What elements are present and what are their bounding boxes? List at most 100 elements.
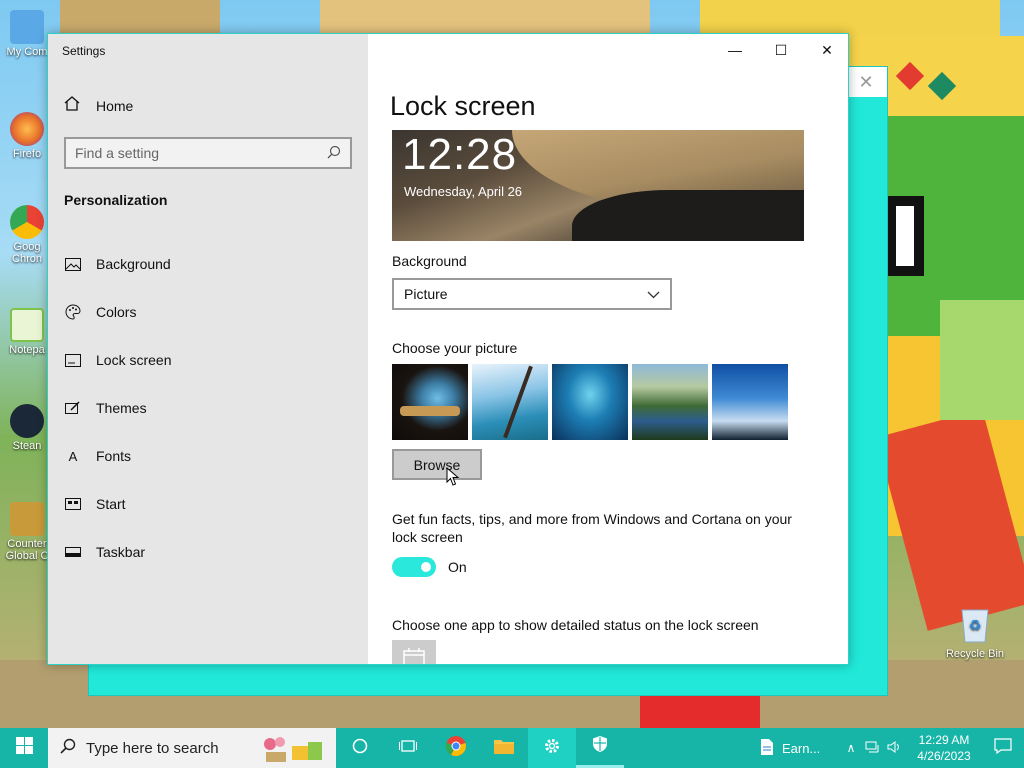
search-icon (60, 738, 76, 759)
sidebar-item-label: Start (96, 496, 126, 512)
desktop-icon-steam[interactable]: Stean (2, 404, 52, 452)
windows-logo-icon (15, 737, 33, 759)
page-title: Lock screen (390, 91, 536, 121)
home-icon (64, 96, 82, 115)
picture-choices (392, 364, 788, 440)
desktop-icon-my-computer[interactable]: My Com (2, 10, 52, 58)
find-setting-search[interactable] (64, 137, 352, 169)
taskbar: Type here to search Earn... ∧ 12:29 AM 4… (0, 728, 1024, 768)
sidebar-item-themes[interactable]: Themes (64, 384, 364, 432)
background-label: Background (392, 253, 467, 269)
window-title: Settings (62, 44, 106, 58)
sidebar-item-label: Lock screen (96, 352, 172, 368)
picture-thumbnail[interactable] (632, 364, 708, 440)
sidebar-item-lock-screen[interactable]: Lock screen (64, 336, 364, 384)
gear-icon (543, 737, 561, 760)
search-icon (327, 145, 341, 162)
start-button[interactable] (0, 728, 48, 768)
lock-screen-icon (64, 352, 82, 368)
chrome-icon (445, 735, 467, 762)
lock-screen-preview: 12:28 Wednesday, April 26 (392, 130, 804, 241)
search-highlight-image (258, 732, 324, 764)
settings-window: Settings Home Personalization Background… (47, 33, 849, 665)
nav-home-label: Home (96, 97, 134, 114)
browse-button[interactable]: Browse (392, 449, 482, 480)
taskbar-search-placeholder: Type here to search (86, 739, 219, 757)
security-taskbar-button[interactable] (576, 728, 624, 768)
steam-icon (10, 404, 44, 438)
folder-icon (493, 737, 515, 760)
choose-picture-label: Choose your picture (392, 340, 518, 356)
notepad-icon (10, 308, 44, 342)
taskbar-search[interactable]: Type here to search (48, 728, 336, 768)
sidebar-item-background[interactable]: Background (64, 240, 364, 288)
desktop-icon-label: My Com (6, 46, 48, 58)
document-icon (760, 738, 774, 759)
mouse-cursor-icon (446, 466, 460, 492)
shield-icon (592, 735, 608, 758)
recycle-bin-label: Recycle Bin (945, 648, 1005, 660)
document-taskbar-button[interactable]: Earn... (750, 728, 840, 768)
sidebar-item-fonts[interactable]: A Fonts (64, 432, 364, 480)
calendar-icon (403, 648, 425, 664)
desktop-icon-counter-strike[interactable]: Counter Global C (2, 502, 52, 562)
svg-text:♻: ♻ (969, 617, 982, 633)
computer-icon (10, 10, 44, 44)
picture-thumbnail[interactable] (392, 364, 468, 440)
fonts-icon: A (68, 448, 78, 464)
close-icon: ✕ (858, 71, 874, 92)
desktop-icon-label: Notepa (9, 344, 45, 356)
sidebar-item-colors[interactable]: Colors (64, 288, 364, 336)
fun-facts-text: Get fun facts, tips, and more from Windo… (392, 511, 792, 545)
background-window-close-button[interactable]: ✕ (845, 67, 887, 97)
background-dropdown[interactable]: Picture (392, 278, 672, 310)
main-content: Lock screen 12:28 Wednesday, April 26 Ba… (368, 34, 848, 664)
sidebar-item-taskbar[interactable]: Taskbar (64, 528, 364, 576)
cortana-icon (352, 738, 368, 759)
nav-home[interactable]: Home (64, 96, 133, 115)
sidebar: Settings Home Personalization Background… (48, 34, 368, 664)
desktop-icon-label: Firefo (12, 148, 42, 160)
volume-icon[interactable] (884, 740, 906, 756)
clock-time: 12:29 AM (918, 733, 970, 747)
app-status-button[interactable] (392, 640, 436, 664)
app-status-label: Choose one app to show detailed status o… (392, 617, 759, 633)
network-icon[interactable] (862, 741, 884, 756)
notification-center-button[interactable] (982, 737, 1024, 759)
document-taskbar-label: Earn... (782, 740, 821, 756)
chrome-taskbar-button[interactable] (432, 728, 480, 768)
sidebar-item-label: Themes (96, 400, 147, 416)
fun-facts-toggle[interactable] (392, 557, 436, 577)
taskbar-clock[interactable]: 12:29 AM 4/26/2023 (906, 732, 982, 764)
find-setting-input[interactable] (75, 145, 327, 161)
palette-icon (64, 304, 82, 320)
sidebar-item-start[interactable]: Start (64, 480, 364, 528)
sidebar-item-label: Taskbar (96, 544, 146, 560)
settings-taskbar-button[interactable] (528, 728, 576, 768)
cortana-button[interactable] (336, 728, 384, 768)
toggle-state-label: On (448, 559, 467, 575)
file-explorer-button[interactable] (480, 728, 528, 768)
desktop-icon-notepad[interactable]: Notepa (2, 308, 52, 356)
section-title: Personalization (64, 192, 168, 208)
nav-list: Background Colors Lock screen Themes A F… (64, 240, 364, 576)
counter-strike-icon (10, 502, 44, 536)
desktop-icon-firefox[interactable]: Firefo (2, 112, 52, 160)
task-view-icon (399, 739, 417, 758)
notification-icon (994, 737, 1012, 759)
picture-thumbnail[interactable] (552, 364, 628, 440)
sidebar-item-label: Fonts (96, 448, 132, 464)
chevron-up-icon[interactable]: ∧ (840, 741, 862, 755)
background-dropdown-value: Picture (404, 286, 448, 302)
system-tray: Earn... ∧ 12:29 AM 4/26/2023 (750, 728, 1024, 768)
desktop-icon-chrome[interactable]: Goog Chron (2, 205, 52, 265)
preview-time: 12:28 (402, 130, 518, 179)
sidebar-item-label: Background (96, 256, 171, 272)
picture-thumbnail[interactable] (472, 364, 548, 440)
picture-icon (64, 256, 82, 272)
clock-date: 4/26/2023 (917, 749, 971, 763)
task-view-button[interactable] (384, 728, 432, 768)
picture-thumbnail[interactable] (712, 364, 788, 440)
desktop-icon-recycle-bin[interactable]: ♻ Recycle Bin (940, 604, 1010, 660)
desktop-icon-label: Counter Global C (5, 538, 49, 562)
